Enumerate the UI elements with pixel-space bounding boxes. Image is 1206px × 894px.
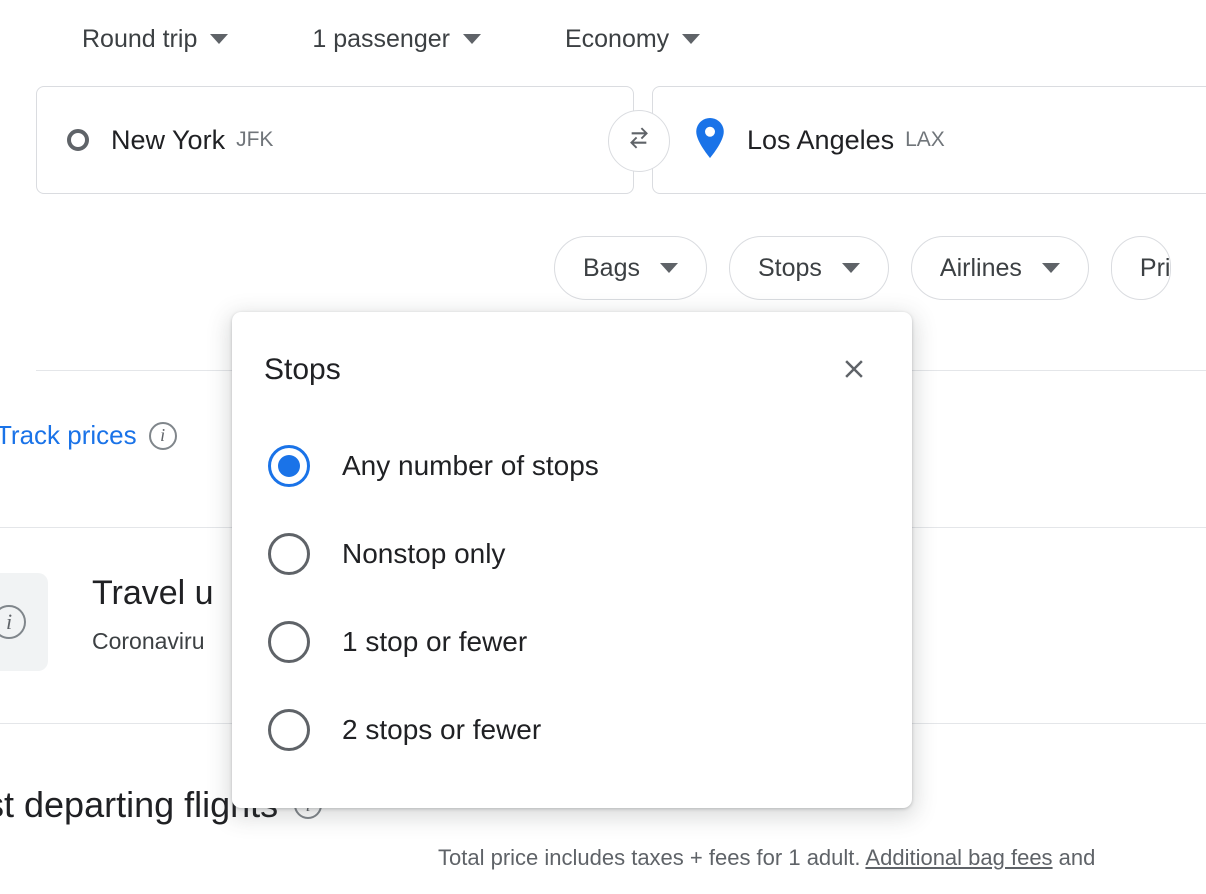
chevron-down-icon [682,34,701,44]
chevron-down-icon [1041,263,1060,273]
filter-chip-bags-label: Bags [583,253,640,282]
track-prices-toggle[interactable]: Track prices i [0,420,177,451]
stops-option-label: 1 stop or fewer [342,626,528,657]
trip-type-dropdown[interactable]: Round trip [68,19,242,60]
trip-options-row: Round trip 1 passenger Economy [0,14,714,64]
stops-radio-group: Any number of stops Nonstop only 1 stop … [232,392,912,774]
destination-city: Los Angeles [747,124,895,155]
circle-outline-icon [67,129,89,151]
passengers-dropdown[interactable]: 1 passenger [298,19,495,60]
close-icon [839,354,869,387]
stops-option-nonstop[interactable]: Nonstop only [268,510,912,598]
stops-option-two-or-fewer[interactable]: 2 stops or fewer [268,686,912,774]
filter-chip-stops-label: Stops [757,253,822,282]
stops-option-label: 2 stops or fewer [342,714,542,745]
filter-chip-price[interactable]: Pri [1110,236,1172,300]
price-disclaimer: Total price includes taxes + fees for 1 … [438,845,1095,871]
dialog-header: Stops [232,312,912,392]
price-disclaimer-text: Total price includes taxes + fees for 1 … [438,845,866,870]
stops-filter-dialog: Stops Any number of stops Nonstop only 1… [232,312,912,808]
dialog-title: Stops [264,353,341,386]
origin-input[interactable]: New York JFK [36,86,634,194]
filter-chip-price-label: Pri [1139,253,1171,282]
filter-chip-airlines[interactable]: Airlines [910,236,1089,300]
chevron-down-icon [462,34,481,44]
travel-updates-subtitle: Coronaviru [92,628,205,655]
filter-chip-bags[interactable]: Bags [554,236,707,300]
radio-button[interactable] [268,709,310,751]
filter-chips-row: Bags Stops Airlines Pri [554,236,1172,300]
stops-option-label: Any number of stops [342,450,599,481]
passengers-label: 1 passenger [312,24,450,53]
additional-bag-fees-link[interactable]: Additional bag fees [865,845,1052,870]
destination-input[interactable]: Los Angeles LAX [652,86,1206,194]
chevron-down-icon [841,263,860,273]
filter-chip-airlines-label: Airlines [939,253,1022,282]
travel-updates-title: Travel u [92,574,214,612]
stops-option-label: Nonstop only [342,538,506,569]
price-disclaimer-tail: and [1052,845,1096,870]
info-icon[interactable]: i [148,421,177,450]
radio-button[interactable] [268,445,310,487]
cabin-class-label: Economy [564,24,670,53]
origin-airport-code: JFK [236,128,274,151]
filter-chip-stops[interactable]: Stops [728,236,889,300]
destination-airport-code: LAX [905,128,945,151]
swap-arrows-icon [623,124,655,159]
cabin-class-dropdown[interactable]: Economy [551,19,714,60]
travel-updates-text: Travel u Coronaviru [92,573,214,655]
radio-button[interactable] [268,621,310,663]
radio-button[interactable] [268,533,310,575]
stops-option-one-or-fewer[interactable]: 1 stop or fewer [268,598,912,686]
swap-airports-button[interactable] [608,110,670,172]
travel-updates-card: i Travel u Coronaviru [0,573,214,671]
track-prices-label: Track prices [0,420,137,450]
info-icon: i [0,605,26,639]
stops-option-any[interactable]: Any number of stops [268,422,912,510]
trip-type-label: Round trip [82,24,198,53]
origin-city: New York [111,124,226,155]
map-pin-icon [695,117,725,163]
close-dialog-button[interactable] [832,348,876,392]
flight-search-page: Round trip 1 passenger Economy New York … [0,0,1206,894]
chevron-down-icon [659,263,678,273]
chevron-down-icon [210,34,229,44]
travel-updates-icon-container: i [0,573,48,671]
